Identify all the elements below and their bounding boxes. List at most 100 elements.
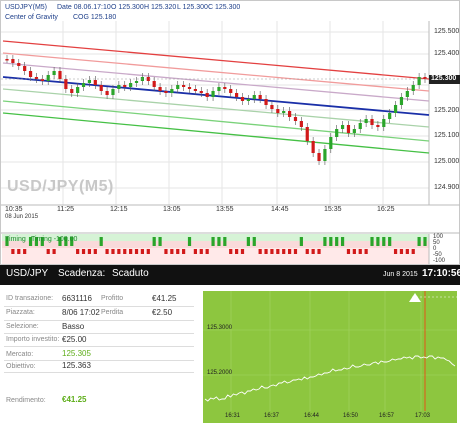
y-tick: 125.500	[434, 28, 460, 35]
timing-bar	[235, 249, 239, 254]
mini-x-tick: 17:03	[415, 413, 431, 419]
mini-chart-canvas	[203, 291, 457, 411]
x-tick: 16:25	[377, 206, 395, 213]
candle-body	[317, 153, 321, 161]
amount-value: €25.00	[62, 335, 87, 344]
candle-body	[411, 85, 415, 91]
expiry-value: Scaduto	[112, 268, 149, 279]
target-value: 125.363	[62, 361, 91, 370]
y-tick: 124.900	[434, 184, 460, 191]
timing-bar	[164, 249, 168, 254]
timing-bar	[117, 249, 121, 254]
timing-bar	[240, 249, 245, 254]
timing-bar	[287, 249, 292, 254]
market-label: Mercato:	[6, 351, 34, 358]
mini-y-tick: 125.3000	[207, 325, 233, 331]
timing-bar	[282, 249, 286, 254]
timing-bar	[417, 237, 421, 246]
candle-body	[123, 85, 127, 87]
timing-bar	[193, 249, 197, 254]
amount-label: Importo investito:	[6, 336, 60, 343]
candle-body	[393, 105, 398, 113]
candle-body	[405, 91, 409, 97]
timing-bar	[364, 249, 368, 254]
divider	[4, 320, 194, 321]
timing-bar	[276, 249, 280, 254]
timing-bar	[393, 249, 398, 254]
candle-body	[293, 117, 298, 121]
trade-details: ID transazione: 6631116 Profitto €41.25 …	[0, 285, 200, 423]
candle-body	[235, 93, 239, 97]
timing-readout: Timing -100.00	[31, 236, 78, 243]
placed-value: 8/06 17:02	[62, 308, 100, 317]
market-value: 125.305	[62, 349, 91, 358]
timing-bar	[317, 249, 321, 254]
timing-bar	[46, 249, 50, 254]
candle-body	[276, 109, 280, 113]
timing-bar	[93, 249, 97, 254]
mini-y-tick: 125.2000	[207, 370, 233, 376]
placed-label: Piazzata:	[6, 309, 35, 316]
timing-bar	[99, 237, 103, 246]
candle-body	[70, 89, 74, 93]
axis-date: 08 Jun 2015	[5, 214, 39, 220]
target-label: Obiettivo:	[6, 363, 36, 370]
candle-body	[170, 89, 174, 93]
candle-body	[199, 91, 203, 93]
current-price-tag: 125.300	[431, 75, 457, 82]
timing-bar	[140, 249, 145, 254]
timing-bar	[340, 237, 345, 246]
candle-body	[76, 87, 80, 93]
profit-label: Profitto	[101, 295, 124, 302]
candle-body	[152, 81, 156, 87]
trade-mini-chart[interactable]: 125.3000 125.2000 16:31 16:37 16:44 16:5…	[203, 291, 457, 423]
candle-body	[111, 89, 115, 95]
candle-body	[58, 71, 62, 79]
timing-bar	[405, 249, 409, 254]
candle-body	[246, 99, 250, 101]
timing-bar	[264, 249, 268, 254]
timing-bar	[81, 249, 86, 254]
timing-bar	[76, 249, 80, 254]
timing-bar	[246, 237, 250, 246]
timing-bar	[52, 249, 56, 254]
divider	[4, 346, 194, 347]
candle-body	[81, 83, 86, 87]
candle-body	[211, 91, 215, 97]
candle-body	[134, 81, 139, 83]
mini-x-tick: 16:50	[343, 413, 359, 419]
candle-body	[423, 77, 427, 79]
timing-bar	[158, 237, 162, 246]
x-tick: 13:05	[163, 206, 181, 213]
timing-bar	[11, 249, 15, 254]
timing-bar	[293, 249, 298, 254]
timing-bar	[205, 249, 209, 254]
timing-bar	[270, 249, 274, 254]
price-chart-panel[interactable]: USDJPY(M5) Date 08.06.17:10 O 125.300 H …	[0, 0, 460, 265]
timing-bar	[176, 249, 180, 254]
candle-body	[5, 59, 9, 61]
timing-label: Timing	[5, 236, 26, 243]
candle-body	[40, 79, 44, 81]
chart-canvas	[1, 21, 460, 264]
candle-body	[28, 71, 33, 77]
timing-bar	[382, 237, 386, 246]
candle-body	[11, 59, 15, 63]
timing-bar	[299, 237, 303, 246]
candle-body	[34, 77, 39, 79]
candle-body	[282, 111, 286, 113]
timing-bar	[211, 237, 215, 246]
ticket-time: 17:10:56	[422, 268, 460, 279]
y-tick: 125.100	[434, 132, 460, 139]
id-value: 6631116	[62, 294, 92, 303]
candle-body	[323, 149, 327, 161]
candle-body	[217, 87, 221, 91]
timing-bar	[182, 249, 186, 254]
timing-bar	[305, 249, 309, 254]
y-tick: 125.200	[434, 107, 460, 114]
candle-body	[364, 119, 368, 123]
ticket-header: USD/JPY Scadenza: Scaduto Jun 8 2015 17:…	[0, 265, 460, 285]
candle-body	[229, 89, 233, 93]
candle-body	[382, 119, 386, 127]
timing-bar	[423, 237, 427, 246]
